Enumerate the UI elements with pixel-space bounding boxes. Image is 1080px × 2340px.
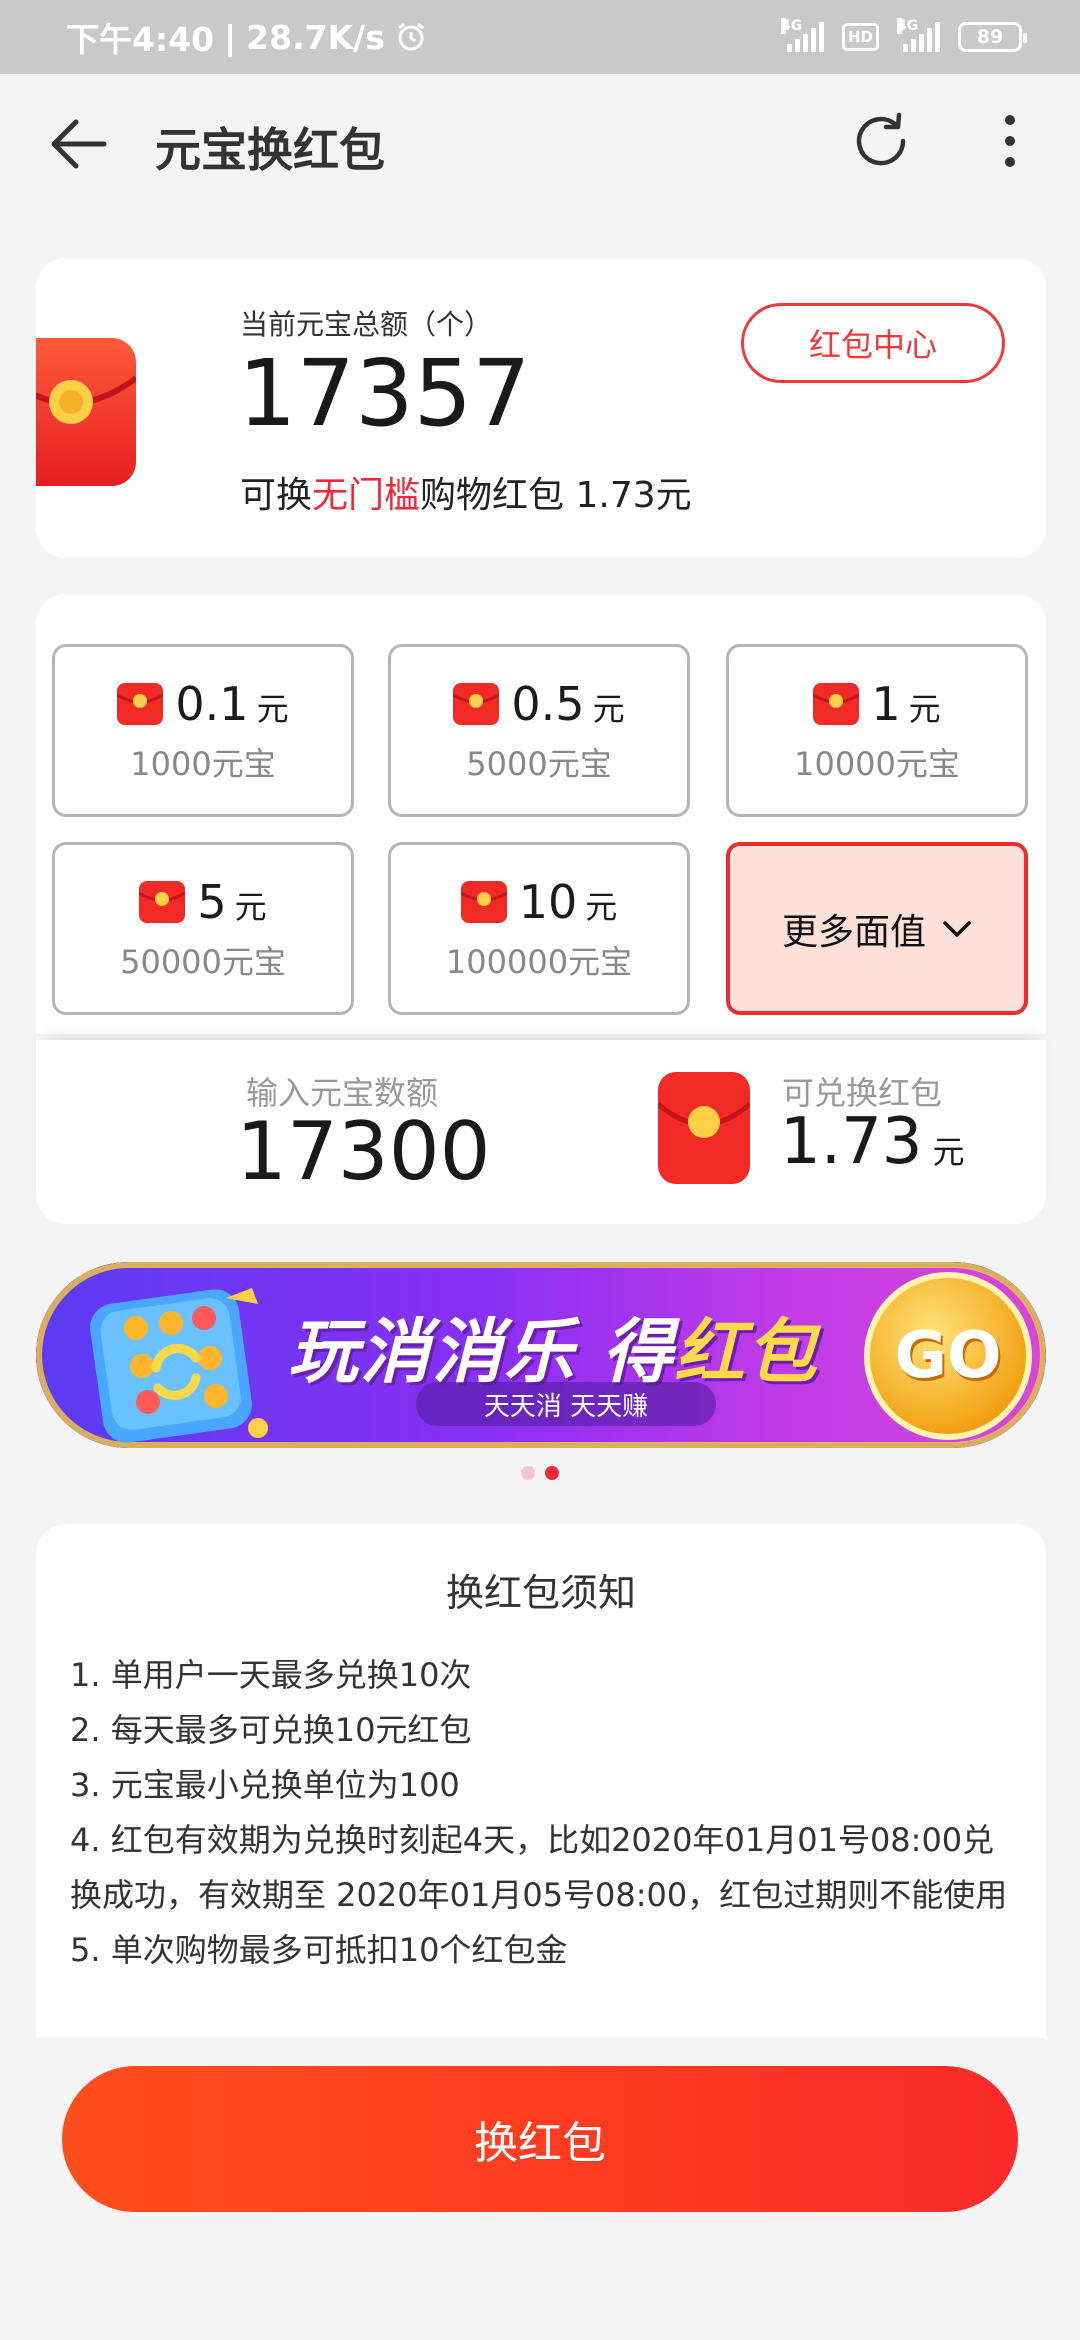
network-speed: 28.7K/s bbox=[246, 17, 385, 57]
status-right: 4G HD 4G 89 bbox=[780, 18, 1027, 52]
exchange-button[interactable]: 换红包 bbox=[62, 2066, 1018, 2212]
refresh-button[interactable] bbox=[848, 108, 914, 174]
red-envelope-icon bbox=[139, 880, 186, 923]
arrow-left-icon bbox=[51, 119, 107, 169]
list-item: 3. 元宝最小兑换单位为100 bbox=[70, 1766, 460, 1804]
carousel-indicator bbox=[0, 1466, 1080, 1480]
denomination-option[interactable]: 1元 10000元宝 bbox=[726, 644, 1028, 817]
game-box-icon bbox=[90, 1288, 268, 1443]
denomination-panel: 0.1 元 1000元宝 0.5 元 5000元宝 1元 10000元宝 5元 50… bbox=[36, 594, 1046, 1034]
exchange-input-panel: 输入元宝数额 17300 可兑换红包 1.73 元 bbox=[36, 1040, 1046, 1224]
carousel-dot bbox=[521, 1466, 535, 1480]
exchange-value: 1.73 元 bbox=[780, 1105, 965, 1179]
chevron-down-icon bbox=[943, 920, 971, 937]
red-packet-center-button[interactable]: 红包中心 bbox=[741, 303, 1005, 383]
red-envelope-icon bbox=[658, 1072, 750, 1184]
banner-subtitle: 天天消 天天赚 bbox=[416, 1382, 716, 1426]
list-item: 5. 单次购物最多可抵扣10个红包金 bbox=[70, 1931, 568, 1969]
hd-icon: HD bbox=[841, 23, 879, 51]
red-envelope-icon bbox=[813, 682, 860, 725]
more-menu-button[interactable] bbox=[985, 108, 1035, 174]
balance-description: 可换无门槛购物红包 1.73元 bbox=[240, 475, 692, 516]
denomination-option[interactable]: 5元 50000元宝 bbox=[52, 842, 354, 1015]
status-time: 下午4:40 bbox=[66, 20, 215, 59]
balance-value: 17357 bbox=[238, 340, 531, 447]
rules-list: 1. 单用户一天最多兑换10次 2. 每天最多可兑换10元红包 3. 元宝最小兑… bbox=[70, 1648, 1020, 1978]
refresh-icon bbox=[856, 112, 906, 166]
signal-icon: 4G bbox=[897, 18, 940, 52]
top-bar: 元宝换红包 bbox=[0, 74, 1080, 214]
back-button[interactable] bbox=[44, 110, 112, 178]
list-item: 1. 单用户一天最多兑换10次 bbox=[70, 1656, 472, 1694]
status-bar: 下午4:40 | 28.7K/s 4G HD 4G 89 bbox=[0, 0, 1080, 74]
more-denominations-button[interactable]: 更多面值 bbox=[726, 842, 1028, 1015]
rules-card: 换红包须知 1. 单用户一天最多兑换10次 2. 每天最多可兑换10元红包 3.… bbox=[36, 1524, 1046, 2038]
red-envelope-icon bbox=[117, 682, 164, 725]
balance-card: 当前元宝总额（个） 17357 可换无门槛购物红包 1.73元 红包中心 bbox=[36, 258, 1046, 558]
promo-banner[interactable]: 玩消消乐 得红包 天天消 天天赚 GO bbox=[36, 1262, 1046, 1448]
more-vertical-icon bbox=[1005, 115, 1015, 167]
red-envelope-icon bbox=[453, 682, 500, 725]
amount-input[interactable]: 17300 bbox=[236, 1112, 491, 1192]
denomination-option[interactable]: 10 元 100000元宝 bbox=[388, 842, 690, 1015]
signal-icon: 4G bbox=[780, 18, 824, 52]
banner-go-button[interactable]: GO bbox=[864, 1272, 1032, 1440]
page-title: 元宝换红包 bbox=[155, 123, 385, 177]
status-left: 下午4:40 | 28.7K/s bbox=[66, 13, 427, 61]
red-envelope-icon bbox=[460, 880, 507, 923]
rules-title: 换红包须知 bbox=[445, 1571, 636, 1615]
red-envelope-icon bbox=[36, 338, 136, 486]
carousel-dot-active bbox=[545, 1466, 559, 1480]
alarm-icon bbox=[397, 22, 424, 51]
battery-icon: 89 bbox=[958, 22, 1027, 52]
list-item: 2. 每天最多可兑换10元红包 bbox=[70, 1711, 472, 1749]
denomination-option[interactable]: 0.1 元 1000元宝 bbox=[52, 644, 354, 817]
list-item: 4. 红包有效期为兑换时刻起4天，比如2020年01月01号08:00兑换成功，… bbox=[70, 1821, 1008, 1914]
balance-label: 当前元宝总额（个） bbox=[240, 308, 493, 341]
denomination-option[interactable]: 0.5 元 5000元宝 bbox=[388, 644, 690, 817]
